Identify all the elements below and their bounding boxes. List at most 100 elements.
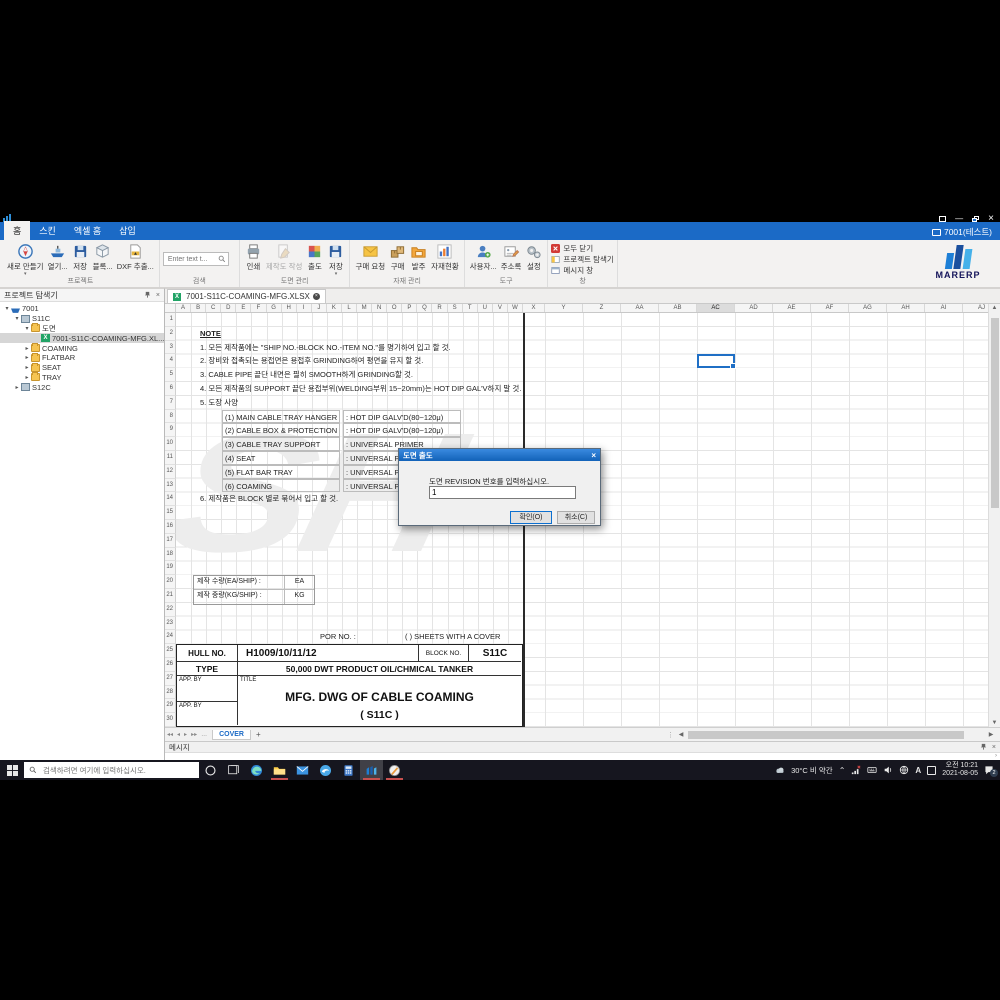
scroll-right-icon[interactable]: ▶ (986, 731, 996, 738)
ime-status[interactable]: A (915, 766, 921, 775)
tree-item[interactable]: 7001-S11C-COAMING-MFG.XL... (0, 333, 164, 343)
prev-sheet-icon[interactable]: ◂ (175, 731, 182, 738)
ime-pad-icon[interactable] (927, 766, 936, 775)
column-header-H[interactable]: H (282, 304, 297, 313)
start-button[interactable] (0, 760, 24, 780)
document-tab[interactable]: 7001-S11C-COAMING-MFG.XLSX × (167, 289, 326, 303)
scroll-left-icon[interactable]: ◀ (676, 731, 686, 738)
row-header-12[interactable]: 12 (165, 465, 176, 479)
ribbon-search-input[interactable] (166, 255, 218, 264)
row-header-13[interactable]: 13 (165, 479, 176, 493)
next-sheet-icon[interactable]: ▸ (182, 731, 189, 738)
cad-app-button[interactable] (383, 760, 406, 780)
dxf-export-button[interactable]: DXF 추출... (115, 242, 156, 273)
column-header-A[interactable]: A (176, 304, 191, 313)
marerp-taskbar-button[interactable] (360, 760, 383, 780)
tree-item[interactable]: ▸S12C (0, 382, 164, 392)
cancel-button[interactable]: 취소(C) (557, 511, 595, 524)
horizontal-scroll-thumb[interactable] (688, 731, 964, 739)
row-header-11[interactable]: 11 (165, 451, 176, 465)
row-header-10[interactable]: 10 (165, 437, 176, 451)
publish-drawing-button[interactable]: 출도 (304, 242, 325, 273)
column-header-D[interactable]: D (221, 304, 236, 313)
show-hidden-icons-chevron[interactable]: ⌃ (839, 766, 846, 775)
save-button[interactable]: 저장 (70, 242, 91, 273)
row-header-15[interactable]: 15 (165, 506, 176, 520)
row-header-9[interactable]: 9 (165, 423, 176, 437)
edge-button[interactable] (245, 760, 268, 780)
material-status-button[interactable]: 자재현황 (429, 242, 461, 273)
column-header-S[interactable]: S (448, 304, 463, 313)
document-tab-close-icon[interactable]: × (313, 293, 320, 300)
expander-icon[interactable]: ▸ (23, 354, 31, 361)
weather-text[interactable]: 30°C 비 약간 (791, 765, 833, 776)
tab-splitter-handle[interactable]: ⋮ (667, 731, 674, 739)
row-header-27[interactable]: 27 (165, 672, 176, 686)
vertical-scroll-thumb[interactable] (991, 318, 999, 508)
purchase-request-button[interactable]: 구매 요청 (353, 242, 387, 273)
ribbon-search-box[interactable] (163, 252, 229, 266)
row-header-29[interactable]: 29 (165, 699, 176, 713)
tree-item[interactable]: ▸TRAY (0, 373, 164, 383)
message-window-button[interactable]: 메시지 창 (551, 265, 613, 276)
row-header-5[interactable]: 5 (165, 368, 176, 382)
expander-icon[interactable]: ▸ (23, 364, 31, 371)
row-header-18[interactable]: 18 (165, 548, 176, 562)
tree-item[interactable]: ▸FLATBAR (0, 353, 164, 363)
column-header-R[interactable]: R (432, 304, 447, 313)
cortana-button[interactable] (199, 760, 222, 780)
chevron-right-icon[interactable]: › (995, 753, 997, 759)
row-header-6[interactable]: 6 (165, 382, 176, 396)
column-header-AE[interactable]: AE (773, 304, 811, 313)
column-header-T[interactable]: T (463, 304, 478, 313)
column-header-G[interactable]: G (267, 304, 282, 313)
column-header-Y[interactable]: Y (545, 304, 583, 313)
row-header-7[interactable]: 7 (165, 396, 176, 410)
sheet-tab-cover[interactable]: COVER (212, 730, 251, 740)
order-button[interactable]: 발주 (408, 242, 429, 273)
column-header-AF[interactable]: AF (811, 304, 849, 313)
row-header-21[interactable]: 21 (165, 589, 176, 603)
column-header-P[interactable]: P (402, 304, 417, 313)
column-header-M[interactable]: M (357, 304, 372, 313)
column-header-Q[interactable]: Q (417, 304, 432, 313)
address-book-button[interactable]: 주소록 (499, 242, 524, 273)
sheet-list-icon[interactable]: … (199, 732, 209, 738)
selected-cell[interactable] (697, 354, 735, 368)
column-header-N[interactable]: N (372, 304, 387, 313)
ok-button[interactable]: 확인(O) (510, 511, 552, 524)
tab-insert[interactable]: 삽입 (110, 221, 145, 240)
file-explorer-button[interactable] (268, 760, 291, 780)
column-header-V[interactable]: V (493, 304, 508, 313)
column-header-AH[interactable]: AH (887, 304, 925, 313)
expander-icon[interactable]: ▾ (13, 315, 21, 322)
column-header-AD[interactable]: AD (735, 304, 773, 313)
open-button[interactable]: 열기... (46, 242, 70, 273)
column-header-AB[interactable]: AB (659, 304, 697, 313)
column-header-F[interactable]: F (251, 304, 266, 313)
tree-item[interactable]: ▾S11C (0, 314, 164, 324)
column-header-J[interactable]: J (312, 304, 327, 313)
expander-icon[interactable]: ▸ (23, 345, 31, 352)
select-all-corner[interactable] (168, 304, 176, 313)
close-button[interactable]: × (988, 215, 994, 223)
row-header-17[interactable]: 17 (165, 534, 176, 548)
column-header-W[interactable]: W (508, 304, 523, 313)
row-header-22[interactable]: 22 (165, 603, 176, 617)
row-header-3[interactable]: 3 (165, 341, 176, 355)
row-header-14[interactable]: 14 (165, 492, 176, 506)
row-header-20[interactable]: 20 (165, 575, 176, 589)
print-button[interactable]: 인쇄 (243, 242, 264, 273)
expander-icon[interactable]: ▾ (23, 325, 31, 332)
scroll-down-icon[interactable]: ▼ (989, 720, 1000, 726)
column-header-B[interactable]: B (191, 304, 206, 313)
message-panel-close-icon[interactable]: × (992, 744, 996, 751)
new-button[interactable]: 새로 만들기▾ (5, 242, 46, 277)
weather-icon[interactable] (775, 765, 785, 775)
tab-excel-home[interactable]: 엑셀 홈 (65, 221, 110, 240)
column-header-U[interactable]: U (478, 304, 493, 313)
tree-item[interactable]: ▸COAMING (0, 343, 164, 353)
horizontal-scrollbar[interactable]: ◀ ▶ (676, 730, 996, 740)
expander-icon[interactable]: ▸ (13, 384, 21, 391)
column-header-C[interactable]: C (206, 304, 221, 313)
